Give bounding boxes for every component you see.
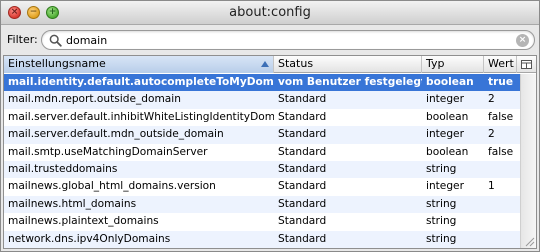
column-header-type[interactable]: Typ [422,56,484,73]
column-header-name[interactable]: Einstellungsname [4,56,274,73]
pref-type: string [426,197,457,210]
column-header-value[interactable]: Wert [484,56,517,73]
pref-type: string [426,215,457,228]
pref-name: mail.smtp.useMatchingDomainServer [8,145,208,158]
pref-value [484,161,520,178]
table-row[interactable]: mail.trusteddomains Standard string [4,160,520,179]
pref-name: mailnews.global_html_domains.version [8,180,216,193]
pref-name: mail.identity.default.autocompleteToMyDo… [8,76,274,88]
pref-value: 1 [488,180,495,193]
pref-value: false [488,145,514,158]
table-row[interactable]: network.dns.ipv4OnlyDomains Standard str… [4,230,520,248]
column-header-label: Wert [488,57,514,70]
table-row[interactable]: mailnews.global_html_domains.version Sta… [4,178,520,195]
pref-value [484,196,520,213]
pref-name: mail.mdn.report.outside_domain [8,93,181,106]
search-icon [49,34,62,47]
table-row[interactable]: mail.mdn.report.outside_domain Standard … [4,91,520,109]
pref-type: integer [426,93,464,106]
table-row[interactable]: mail.smtp.useMatchingDomainServer Standa… [4,144,520,161]
pref-status: Standard [278,110,327,123]
column-header-status[interactable]: Status [274,56,422,73]
pref-name: mail.trusteddomains [8,162,118,175]
filter-bar: Filter: × [1,26,539,54]
pref-type: boolean [426,76,474,88]
table-row[interactable]: mail.server.default.mdn_outside_domain S… [4,126,520,144]
pref-status: Standard [278,128,327,141]
preferences-table: Einstellungsname Status Typ Wert mail.id… [3,55,537,249]
table-row[interactable]: mail.identity.default.autocompleteToMyDo… [4,74,520,92]
table-row[interactable]: mailnews.html_domains Standard string [4,195,520,214]
column-header-label: Status [278,57,314,70]
clear-search-icon[interactable]: × [516,34,529,47]
search-input[interactable] [66,33,506,48]
column-picker-icon[interactable] [517,56,536,73]
pref-status: Standard [278,93,327,106]
pref-value [484,213,520,230]
table-row[interactable]: mail.server.default.inhibitWhiteListingI… [4,109,520,126]
filter-label: Filter: [7,33,38,46]
pref-type: boolean [426,110,469,123]
column-header-label: Einstellungsname [8,57,106,70]
pref-status: Standard [278,180,327,193]
pref-name: network.dns.ipv4OnlyDomains [8,232,171,245]
window-title: about:config [229,5,311,20]
pref-value: true [488,76,514,88]
column-header-label: Typ [426,57,445,70]
pref-type: integer [426,180,464,193]
pref-status: Standard [278,145,327,158]
pref-value [484,231,520,248]
pref-type: string [426,162,457,175]
pref-value: 2 [488,128,495,141]
pref-name: mail.server.default.mdn_outside_domain [8,128,224,141]
vertical-scrollbar[interactable] [520,74,536,248]
search-field[interactable]: × [41,30,535,50]
table-header: Einstellungsname Status Typ Wert [4,56,536,73]
pref-type: boolean [426,145,469,158]
pref-status: Standard [278,162,327,175]
pref-type: integer [426,128,464,141]
resize-grip-icon[interactable] [523,235,535,247]
pref-value: 2 [488,93,495,106]
pref-name: mailnews.plaintext_domains [8,215,159,228]
pref-name: mail.server.default.inhibitWhiteListingI… [8,110,274,123]
pref-status: Standard [278,197,327,210]
table-body: mail.identity.default.autocompleteToMyDo… [4,74,520,248]
sort-ascending-icon [261,61,269,67]
table-row[interactable]: mailnews.plaintext_domains Standard stri… [4,213,520,230]
pref-type: string [426,232,457,245]
pref-value: false [488,110,514,123]
pref-status: Standard [278,215,327,228]
pref-name: mailnews.html_domains [8,197,137,210]
pref-status: Standard [278,232,327,245]
pref-status: vom Benutzer festgelegt [278,76,422,88]
about-config-window: × − + about:config Filter: × Einstellung… [0,0,540,252]
title-bar[interactable]: × − + about:config [1,1,539,25]
